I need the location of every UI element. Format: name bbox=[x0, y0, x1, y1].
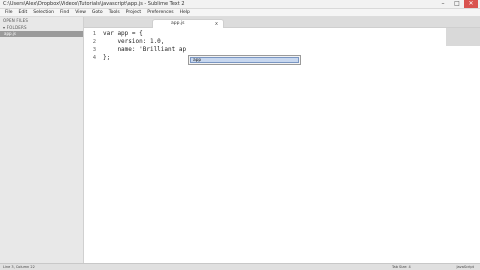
minimap-viewport[interactable] bbox=[446, 28, 480, 46]
sidebar-header: OPEN FILES bbox=[3, 18, 29, 23]
minimize-button[interactable]: – bbox=[436, 0, 450, 8]
code-line[interactable]: version: 1.0, bbox=[103, 38, 164, 46]
menu-find[interactable]: Find bbox=[57, 9, 72, 16]
code-line[interactable]: var app = { bbox=[103, 30, 143, 38]
code-line[interactable]: }; bbox=[103, 54, 110, 62]
code-line[interactable]: name: 'Brilliant ap bbox=[103, 46, 186, 54]
menu-tools[interactable]: Tools bbox=[106, 9, 123, 16]
autocomplete-item[interactable]: app bbox=[190, 57, 299, 63]
tab-app-js[interactable]: app.js x bbox=[152, 19, 224, 28]
menu-preferences[interactable]: Preferences bbox=[144, 9, 176, 16]
status-cursor-position: Line 3, Column 22 bbox=[3, 265, 35, 269]
line-number-gutter: 1 2 3 4 bbox=[84, 28, 100, 263]
tab-label: app.js bbox=[171, 21, 185, 26]
close-button[interactable]: ✕ bbox=[464, 0, 478, 8]
menu-help[interactable]: Help bbox=[177, 9, 193, 16]
menu-project[interactable]: Project bbox=[123, 9, 144, 16]
menu-selection[interactable]: Selection bbox=[30, 9, 57, 16]
menu-view[interactable]: View bbox=[72, 9, 89, 16]
sidebar-item-label: app.js bbox=[4, 31, 16, 36]
status-bar: Line 3, Column 22 Tab Size: 4 JavaScript bbox=[0, 263, 480, 270]
menu-goto[interactable]: Goto bbox=[89, 9, 106, 16]
window-title: C:\Users\Alex\Dropbox\Videos\Tutorials\j… bbox=[3, 1, 185, 7]
minimap[interactable] bbox=[446, 28, 480, 263]
tab-close-icon[interactable]: x bbox=[215, 20, 218, 28]
sidebar-folders-header[interactable]: ▾ FOLDERS bbox=[0, 24, 83, 31]
line-number: 4 bbox=[92, 55, 96, 61]
menu-bar: File Edit Selection Find View Goto Tools… bbox=[0, 9, 480, 17]
sidebar: OPEN FILES ▾ FOLDERS app.js bbox=[0, 17, 84, 263]
line-number: 1 bbox=[92, 31, 96, 37]
status-syntax[interactable]: JavaScript bbox=[456, 264, 474, 270]
window-controls: – □ ✕ bbox=[436, 0, 478, 9]
menu-file[interactable]: File bbox=[2, 9, 16, 16]
menu-edit[interactable]: Edit bbox=[16, 9, 31, 16]
title-bar: C:\Users\Alex\Dropbox\Videos\Tutorials\j… bbox=[0, 0, 480, 9]
line-number: 2 bbox=[92, 39, 96, 45]
maximize-button[interactable]: □ bbox=[450, 0, 464, 8]
autocomplete-popup: app bbox=[188, 55, 301, 65]
sidebar-item-app-js[interactable]: app.js bbox=[0, 31, 83, 37]
tab-bar: app.js x bbox=[84, 17, 480, 28]
status-tab-size[interactable]: Tab Size: 4 bbox=[392, 264, 411, 270]
line-number: 3 bbox=[92, 47, 96, 53]
